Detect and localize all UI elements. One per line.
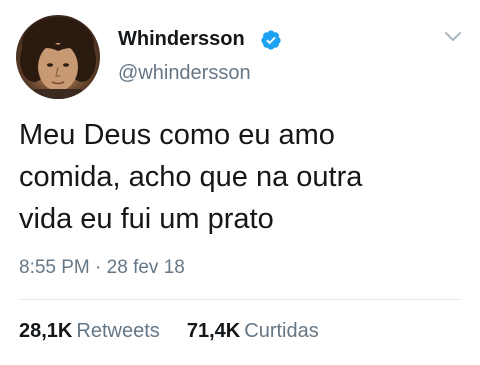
likes-stat[interactable]: 71,4K Curtidas [187, 320, 319, 342]
divider [19, 299, 461, 300]
tweet-timestamp[interactable]: 8:55 PM · 28 fev 18 [19, 257, 185, 279]
tweet-text-line: Meu Deus como eu amo [19, 119, 335, 151]
likes-count: 71,4K [186, 320, 241, 342]
meta-separator: · [95, 257, 102, 278]
chevron-down-icon[interactable] [443, 30, 463, 44]
author-handle[interactable]: @whindersson [118, 62, 251, 85]
avatar[interactable] [16, 15, 100, 99]
retweets-count: 28,1K [19, 320, 73, 342]
tweet-time: 8:55 PM [19, 257, 90, 278]
author-display-name[interactable]: Whindersson [118, 28, 245, 51]
retweets-stat[interactable]: 28,1K Retweets [19, 320, 165, 342]
tweet-text-line: vida eu fui um prato [19, 203, 274, 235]
tweet-card: Whindersson @whindersson Meu Deus como e… [0, 0, 480, 365]
tweet-date: 28 fev 18 [106, 257, 185, 278]
verified-badge-icon [261, 30, 281, 50]
avatar-photo-icon [20, 17, 96, 99]
tweet-text-line: comida, acho que na outra [19, 161, 363, 193]
tweet-stats: 28,1K Retweets 71,4K Curtidas [19, 320, 319, 343]
tweet-text: Meu Deus como eu amo comida, acho que na… [19, 114, 459, 240]
retweets-label: Retweets [76, 320, 160, 342]
likes-label: Curtidas [244, 320, 319, 342]
